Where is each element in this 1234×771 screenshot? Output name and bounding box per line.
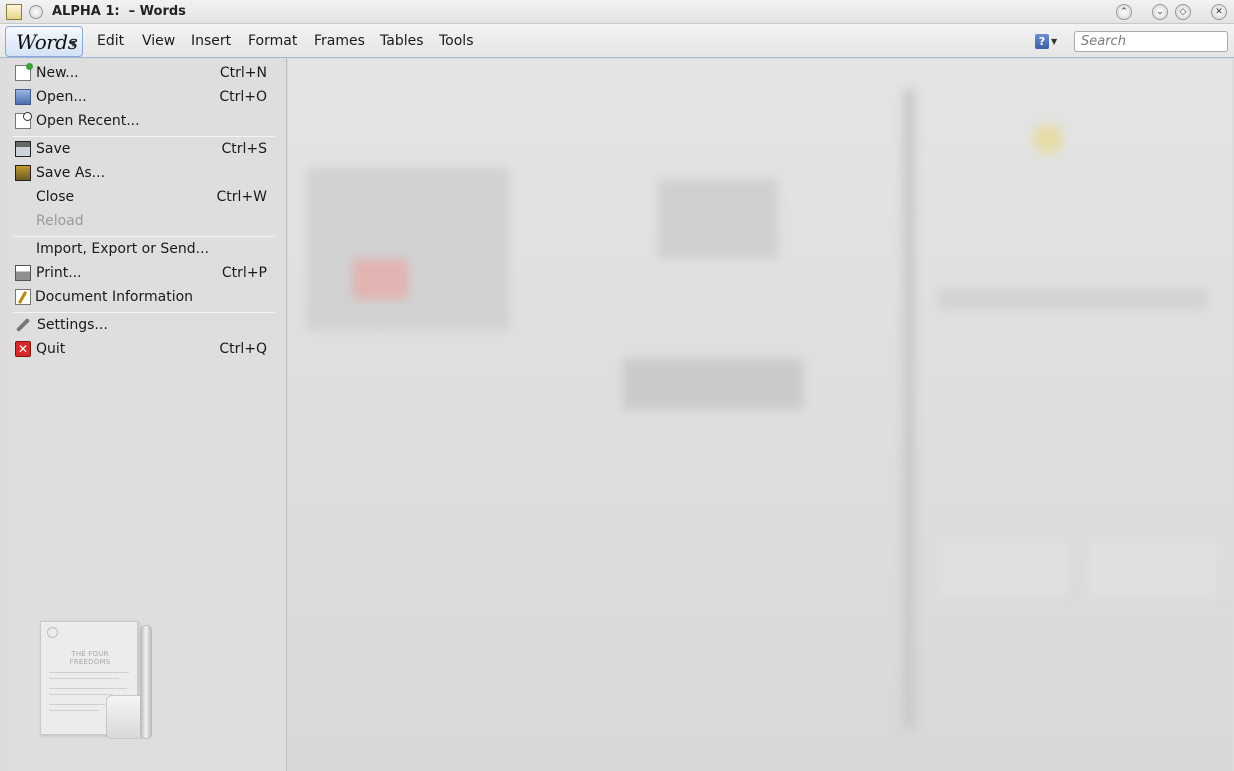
blurred-tile — [938, 539, 1068, 599]
open-folder-icon — [15, 89, 31, 105]
workspace-background — [288, 59, 1232, 771]
menu-item-import-export-send[interactable]: Import, Export or Send... — [7, 237, 285, 261]
menu-item-label: Quit — [36, 341, 66, 357]
menu-edit[interactable]: Edit — [97, 33, 124, 49]
menu-item-label: Open Recent... — [36, 113, 140, 129]
menu-tools[interactable]: Tools — [439, 33, 474, 49]
printer-icon — [15, 265, 31, 281]
blurred-tile — [1088, 539, 1218, 599]
copyleft-icon — [47, 627, 58, 638]
maximize-button[interactable]: ◇ — [1175, 4, 1191, 20]
search-input[interactable] — [1074, 31, 1228, 52]
menu-item-print[interactable]: Print... Ctrl+P — [7, 261, 285, 285]
close-window-button[interactable]: ✕ — [1211, 4, 1227, 20]
menu-item-reload: Reload — [7, 209, 285, 233]
menu-item-label: Import, Export or Send... — [36, 241, 210, 257]
new-document-icon — [15, 63, 33, 81]
paper-line — [49, 672, 129, 673]
window-title: ALPHA 1: – Words — [52, 4, 186, 19]
dropdown-arrow-icon: ▼ — [70, 39, 77, 48]
help-icon: ? — [1035, 34, 1049, 49]
blurred-panel — [658, 179, 778, 259]
fountain-pen — [140, 625, 152, 739]
menu-item-shortcut: Ctrl+N — [219, 65, 267, 81]
app-icon[interactable] — [6, 4, 22, 20]
menu-item-shortcut: Ctrl+Q — [219, 341, 267, 357]
menu-item-open[interactable]: Open... Ctrl+O — [7, 85, 285, 109]
menu-item-label: Reload — [36, 213, 84, 229]
paper-line — [49, 704, 105, 705]
menu-item-label: Open... — [36, 89, 87, 105]
menu-tables[interactable]: Tables — [380, 33, 424, 49]
paper-heading: THE FOUR FREEDOMS — [69, 650, 111, 666]
menu-item-document-information[interactable]: Document Information — [7, 285, 285, 309]
menu-format[interactable]: Format — [248, 33, 297, 49]
menu-insert[interactable]: Insert — [191, 33, 231, 49]
menu-item-label: Save — [36, 141, 71, 157]
menu-bar: Words ▼ Edit View Insert Format Frames T… — [0, 24, 1234, 58]
menu-item-shortcut: Ctrl+O — [219, 89, 267, 105]
menu-item-quit[interactable]: ✕ Quit Ctrl+Q — [7, 337, 285, 361]
menu-item-label: New... — [36, 65, 79, 81]
open-recent-icon — [15, 112, 32, 129]
menu-item-shortcut: Ctrl+P — [221, 265, 267, 281]
menu-item-settings[interactable]: Settings... — [7, 313, 285, 337]
document-info-icon — [15, 289, 31, 305]
paper-line — [49, 688, 127, 689]
paper-line — [49, 694, 113, 695]
menu-item-close[interactable]: Close Ctrl+W — [7, 185, 285, 209]
keep-above-button[interactable]: ⌃ — [1116, 4, 1132, 20]
blurred-icon — [1033, 124, 1063, 154]
save-as-icon — [15, 165, 31, 181]
menu-item-shortcut: Ctrl+S — [221, 141, 267, 157]
menu-frames[interactable]: Frames — [314, 33, 365, 49]
menu-item-label: Close — [36, 189, 75, 205]
save-icon — [15, 141, 31, 157]
app-menu-button[interactable]: Words ▼ — [5, 26, 83, 57]
menu-item-label: Print... — [36, 265, 82, 281]
paper-line — [49, 678, 119, 679]
blurred-thumbnail — [353, 259, 408, 299]
menu-item-shortcut: Ctrl+W — [216, 189, 267, 205]
paper-line — [49, 710, 99, 711]
menu-item-open-recent[interactable]: Open Recent... — [7, 109, 285, 133]
menu-item-save-as[interactable]: Save As... — [7, 161, 285, 185]
four-freedoms-illustration-icon: THE FOUR FREEDOMS — [40, 621, 158, 743]
blurred-button — [623, 359, 803, 409]
window-pin-button[interactable] — [29, 5, 43, 19]
blurred-row — [938, 289, 1208, 309]
dropdown-arrow-icon: ▼ — [1051, 37, 1058, 46]
menu-item-label: Document Information — [35, 289, 194, 305]
blurred-splitter — [903, 89, 915, 729]
menu-item-new[interactable]: New... Ctrl+N — [7, 61, 285, 85]
menu-item-label: Settings... — [37, 317, 108, 333]
help-button[interactable]: ? ▼ — [1035, 34, 1059, 50]
menu-item-save[interactable]: Save Ctrl+S — [7, 137, 285, 161]
menu-view[interactable]: View — [142, 33, 175, 49]
words-logo: Words — [16, 30, 78, 54]
wrench-icon — [15, 317, 31, 333]
blurred-template-preview — [308, 169, 508, 329]
title-bar[interactable]: ALPHA 1: – Words ⌃ ⌄ ◇ ✕ — [0, 0, 1234, 24]
minimize-button[interactable]: ⌄ — [1152, 4, 1168, 20]
quit-icon: ✕ — [15, 341, 31, 357]
menu-item-label: Save As... — [36, 165, 106, 181]
